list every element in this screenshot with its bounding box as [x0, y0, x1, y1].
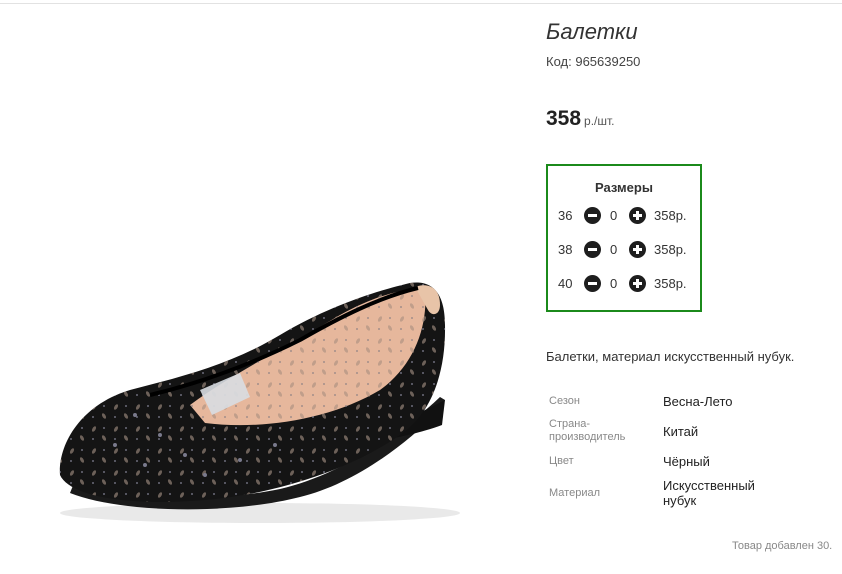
added-date-note: Товар добавлен 30. [732, 540, 833, 552]
product-code-value: 965639250 [575, 54, 641, 69]
increase-quantity-button[interactable] [629, 275, 646, 292]
sizes-heading: Размеры [595, 180, 653, 195]
decrease-quantity-button[interactable] [584, 275, 601, 292]
size-quantity: 0 [610, 276, 618, 291]
attribute-label-country: Страна- производитель [549, 418, 626, 443]
size-row-40: 40 0 358р. [548, 274, 700, 294]
product-image[interactable] [0, 5, 530, 565]
size-row-36: 36 0 358р. [548, 206, 700, 226]
increase-quantity-button[interactable] [629, 207, 646, 224]
attribute-value-country: Китай [663, 424, 699, 439]
attribute-label-material: Материал [549, 487, 600, 499]
decrease-quantity-button[interactable] [584, 241, 601, 258]
product-code: Код: 965639250 [546, 54, 640, 69]
attribute-value-material: Искусственный нубук [663, 478, 755, 508]
decrease-quantity-button[interactable] [584, 207, 601, 224]
attribute-label-color: Цвет [549, 455, 574, 467]
size-quantity: 0 [610, 242, 618, 257]
size-row-38: 38 0 358р. [548, 240, 700, 260]
price-unit: р./шт. [584, 114, 615, 128]
size-price: 358р. [654, 276, 687, 291]
product-price: 358 р./шт. [546, 107, 615, 131]
increase-quantity-button[interactable] [629, 241, 646, 258]
product-title: Балетки [546, 19, 638, 44]
size-label: 36 [558, 208, 573, 223]
size-quantity: 0 [610, 208, 618, 223]
attribute-label-season: Сезон [549, 395, 580, 407]
top-divider [0, 3, 842, 4]
product-code-label: Код: [546, 54, 572, 69]
attribute-value-color: Чёрный [663, 454, 710, 469]
size-label: 38 [558, 242, 573, 257]
product-description: Балетки, материал искусственный нубук. [546, 349, 795, 364]
price-value: 358 [546, 107, 582, 130]
size-label: 40 [558, 276, 573, 291]
sizes-selector: Размеры 36 0 358р. 38 0 358р. 40 0 358р. [546, 164, 702, 312]
attribute-value-season: Весна-Лето [663, 394, 733, 409]
size-price: 358р. [654, 242, 687, 257]
size-price: 358р. [654, 208, 687, 223]
